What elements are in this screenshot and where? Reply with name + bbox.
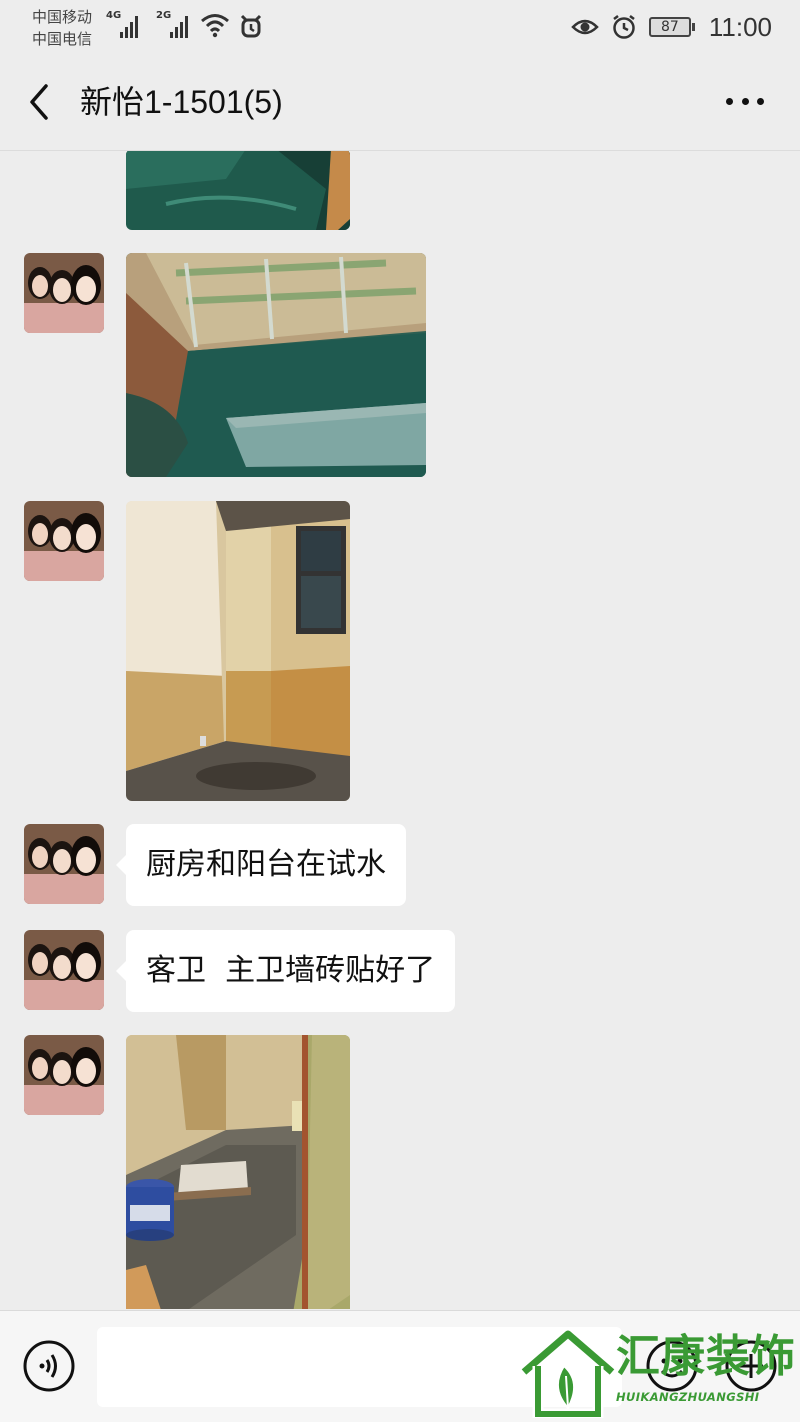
carrier-2: 中国电信	[32, 30, 93, 48]
wifi-icon	[201, 14, 229, 38]
avatar[interactable]	[24, 501, 104, 581]
text-message[interactable]: 客卫 主卫墙砖贴好了	[115, 930, 456, 1012]
chat-title: 新怡1-1501(5)	[80, 84, 283, 120]
brand-watermark: 汇康装饰 HUIKANGZHUANGSHI	[520, 1326, 795, 1420]
carrier-info: 中国移动 中国电信	[32, 6, 92, 50]
image-message-bathroom-floor[interactable]	[126, 1035, 350, 1309]
voice-input-button[interactable]	[22, 1339, 76, 1393]
image-message-pool[interactable]	[126, 151, 350, 230]
image-message-bathroom-tiles[interactable]	[126, 501, 350, 801]
alarm-clock-icon	[613, 15, 635, 39]
avatar[interactable]	[24, 1035, 104, 1115]
chat-screen: 中国移动 中国电信 4G 2G 87 11:00 新怡1-1501(5) 厨房和…	[0, 0, 800, 1422]
avatar[interactable]	[24, 824, 104, 904]
battery-indicator: 87	[648, 17, 695, 37]
status-bar: 中国移动 中国电信 4G 2G 87 11:00	[0, 0, 800, 56]
network-type-2: 2G	[156, 10, 172, 21]
avatar[interactable]	[24, 930, 104, 1010]
image-message-balcony[interactable]	[126, 253, 426, 477]
notification-icon	[240, 14, 262, 38]
eye-icon	[571, 19, 599, 35]
more-options-icon[interactable]	[726, 86, 764, 116]
back-arrow-icon[interactable]	[24, 82, 56, 122]
house-leaf-logo-icon	[520, 1328, 616, 1418]
carrier-1: 中国移动	[32, 8, 93, 26]
status-right: 87 11:00	[571, 12, 772, 42]
network-type-1: 4G	[106, 10, 122, 21]
message-list[interactable]: 厨房和阳台在试水 客卫 主卫墙砖贴好了	[0, 151, 800, 1309]
chat-header: 新怡1-1501(5)	[0, 56, 800, 151]
text-message[interactable]: 厨房和阳台在试水	[116, 824, 406, 906]
clock: 11:00	[708, 11, 772, 42]
avatar[interactable]	[24, 253, 104, 333]
brand-name: 汇康装饰	[616, 1331, 796, 1382]
brand-pinyin: HUIKANGZHUANGSHI	[616, 1390, 760, 1404]
